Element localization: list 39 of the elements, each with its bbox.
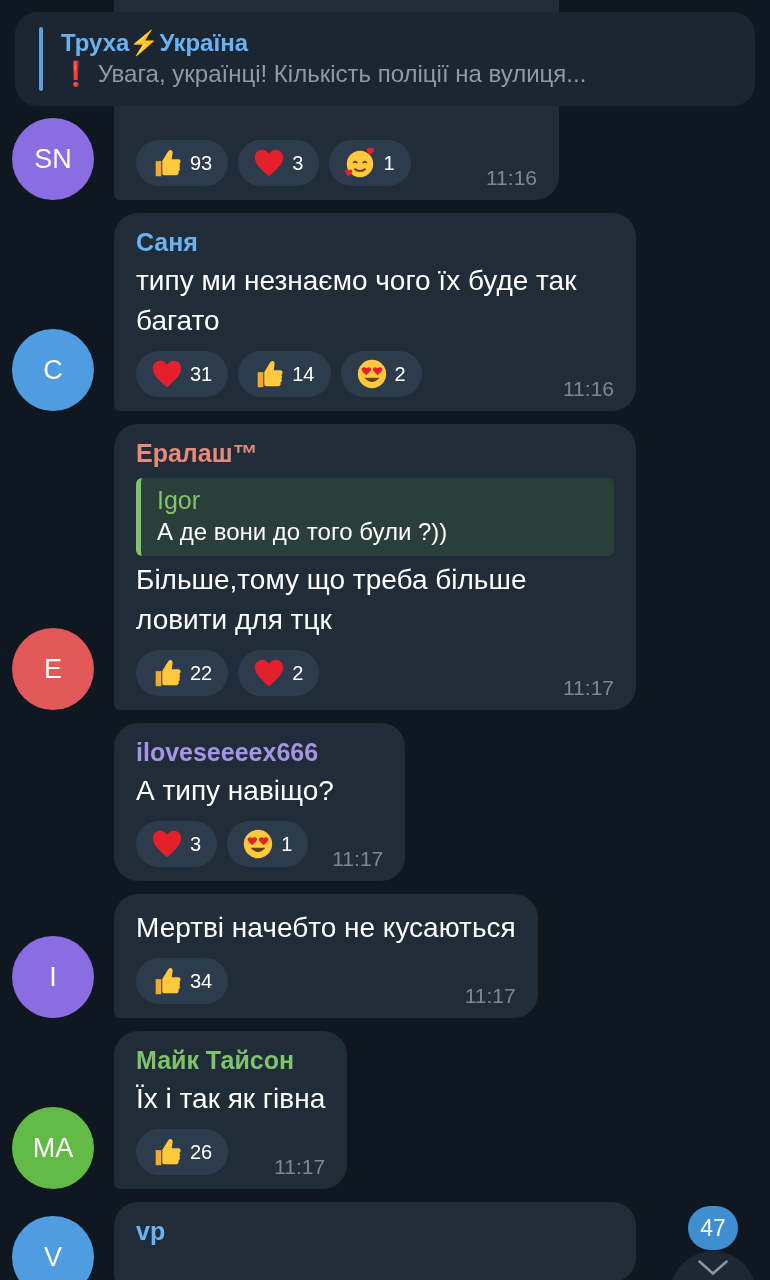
message-text: Мертві начебто не кусаються <box>136 911 516 945</box>
reaction-chip[interactable]: 14 <box>238 351 331 397</box>
message-time: 11:17 <box>464 984 516 1008</box>
reply-author: Igor <box>157 485 202 516</box>
reaction-chip[interactable]: 26 <box>136 1129 229 1175</box>
reaction-chip[interactable]: 31 <box>136 351 229 397</box>
message-time: 11:16 <box>486 166 537 190</box>
sender-name[interactable]: iloveseeeex666 <box>136 735 384 769</box>
reaction-chip[interactable]: 93 <box>136 140 229 186</box>
message-time: 11:17 <box>274 1155 326 1179</box>
sender-name[interactable]: Саня <box>136 225 614 259</box>
message-text: А типу навіщо? <box>136 774 335 808</box>
pinned-message-bar[interactable]: Труха⚡Україна ❗ Увага, українці! Кількість поліції на вулиця... <box>15 12 755 106</box>
reply-quote[interactable]: Igor А де вони до того були ?)) <box>136 478 614 556</box>
message-text: Їх і так як гівна <box>136 1082 326 1116</box>
reaction-chip[interactable]: 34 <box>136 958 229 1004</box>
message-text: Більше,тому що треба більше ловити для тцк <box>136 563 528 637</box>
reaction-chip[interactable]: 2 <box>238 650 320 696</box>
user-avatar[interactable]: SN <box>12 118 94 200</box>
sender-name[interactable]: Майк Тайсон <box>136 1043 326 1077</box>
message-time: 11:16 <box>563 377 614 401</box>
pinned-message-text: ❗ Увага, українці! Кількість поліції на вулиця... <box>61 59 587 89</box>
reaction-chip[interactable]: 22 <box>136 650 229 696</box>
sender-name[interactable]: vp <box>136 1214 614 1248</box>
reaction-chip[interactable]: 3 <box>136 821 218 867</box>
sender-name[interactable]: Ералаш™ <box>136 436 614 470</box>
unread-count-badge: 47 <box>688 1206 738 1250</box>
user-avatar[interactable]: I <box>12 936 94 1018</box>
reaction-chip[interactable]: 2 <box>340 351 422 397</box>
chevron-down-icon <box>696 1259 730 1276</box>
message-text: типу ми незнаємо чого їх буде так багато <box>136 264 578 338</box>
message-time: 11:17 <box>332 847 384 871</box>
reaction-chip[interactable]: 3 <box>238 140 320 186</box>
reply-text: А де вони до того були ?)) <box>157 517 449 547</box>
reaction-chip[interactable]: 1 <box>227 821 309 867</box>
message-time: 11:17 <box>563 676 614 700</box>
user-avatar[interactable]: E <box>12 628 94 710</box>
pinned-channel-name: Труха⚡Україна <box>61 28 250 58</box>
reaction-chip[interactable]: 1 <box>329 140 411 186</box>
